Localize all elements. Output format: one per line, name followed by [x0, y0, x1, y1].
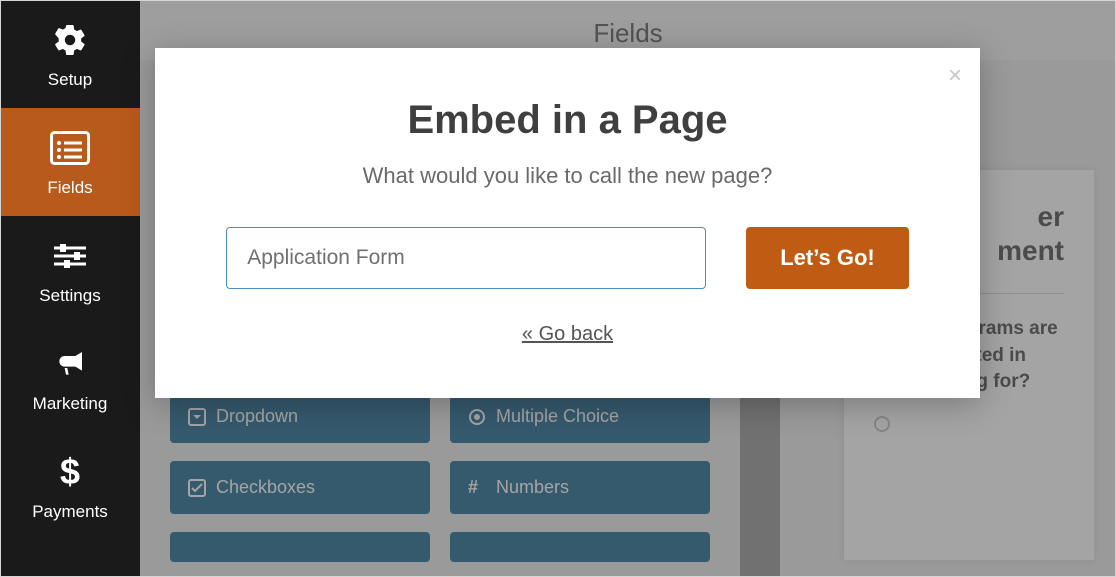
sidebar-item-label: Fields	[47, 178, 92, 198]
modal-subtitle: What would you like to call the new page…	[225, 163, 910, 189]
sidebar-item-label: Settings	[39, 286, 100, 306]
gear-icon	[52, 20, 88, 60]
sliders-icon	[52, 236, 88, 276]
go-back-link[interactable]: « Go back	[225, 323, 910, 346]
sidebar-item-label: Setup	[48, 70, 92, 90]
sidebar-item-label: Marketing	[33, 394, 108, 414]
modal-title: Embed in a Page	[225, 98, 910, 143]
close-icon[interactable]: ×	[948, 62, 962, 90]
list-icon	[50, 128, 90, 168]
bullhorn-icon	[52, 344, 88, 384]
sidebar-item-payments[interactable]: $ Payments	[0, 432, 140, 540]
embed-page-modal: × Embed in a Page What would you like to…	[155, 48, 980, 398]
sidebar-item-setup[interactable]: Setup	[0, 0, 140, 108]
page-name-input[interactable]	[226, 227, 706, 289]
sidebar-item-label: Payments	[32, 502, 108, 522]
lets-go-button[interactable]: Let’s Go!	[746, 227, 909, 289]
sidebar-item-fields[interactable]: Fields	[0, 108, 140, 216]
sidebar-item-marketing[interactable]: Marketing	[0, 324, 140, 432]
dollar-icon: $	[60, 452, 80, 492]
sidebar: Setup Fields Settings Marketing	[0, 0, 140, 577]
sidebar-item-settings[interactable]: Settings	[0, 216, 140, 324]
